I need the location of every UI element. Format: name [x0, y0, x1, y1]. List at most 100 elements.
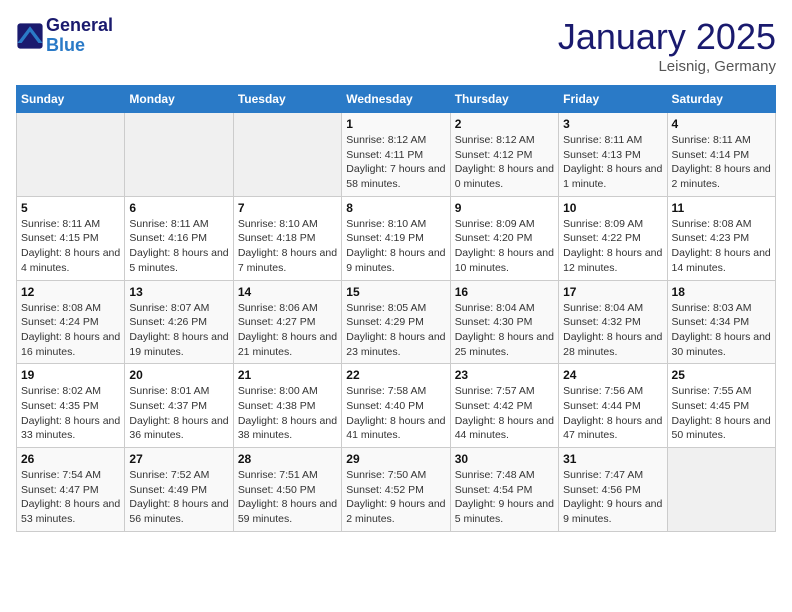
day-number: 2 [455, 117, 554, 131]
logo-icon [16, 22, 44, 50]
calendar-day-cell: 9Sunrise: 8:09 AM Sunset: 4:20 PM Daylig… [450, 196, 558, 280]
calendar-day-cell: 21 Sunrise: 8:00 AM Sunset: 4:38 PM Dayli… [233, 364, 341, 448]
day-info: Sunrise: 8:11 AM Sunset: 4:16 PM Dayligh… [129, 217, 228, 276]
day-number: 10 [563, 201, 662, 215]
day-info: Sunrise: 7:54 AM Sunset: 4:47 PM Dayligh… [21, 468, 120, 527]
calendar-day-cell: 18 Sunrise: 8:03 AM Sunset: 4:34 PM Dayli… [667, 280, 775, 364]
calendar-day-cell: 27Sunrise: 7:52 AM Sunset: 4:49 PM Dayli… [125, 448, 233, 532]
weekday-header-cell: Wednesday [342, 86, 450, 113]
day-info: Sunrise: 7:57 AM Sunset: 4:42 PM Dayligh… [455, 384, 554, 443]
day-number: 19 [21, 368, 120, 382]
day-info: Sunrise: 8:09 AM Sunset: 4:22 PM Dayligh… [563, 217, 662, 276]
calendar-day-cell: 6 Sunrise: 8:11 AM Sunset: 4:16 PM Daylig… [125, 196, 233, 280]
calendar-day-cell: 29 Sunrise: 7:50 AM Sunset: 4:52 PM Dayli… [342, 448, 450, 532]
day-number: 12 [21, 285, 120, 299]
calendar-day-cell: 14Sunrise: 8:06 AM Sunset: 4:27 PM Dayli… [233, 280, 341, 364]
day-info: Sunrise: 8:08 AM Sunset: 4:23 PM Dayligh… [672, 217, 771, 276]
weekday-header-cell: Friday [559, 86, 667, 113]
day-number: 7 [238, 201, 337, 215]
calendar-week-row: 26 Sunrise: 7:54 AM Sunset: 4:47 PM Dayli… [17, 448, 776, 532]
calendar-day-cell: 15Sunrise: 8:05 AM Sunset: 4:29 PM Dayli… [342, 280, 450, 364]
day-info: Sunrise: 7:47 AM Sunset: 4:56 PM Dayligh… [563, 468, 662, 527]
day-info: Sunrise: 8:06 AM Sunset: 4:27 PM Dayligh… [238, 301, 337, 360]
calendar-week-row: 12Sunrise: 8:08 AM Sunset: 4:24 PM Dayli… [17, 280, 776, 364]
day-number: 30 [455, 452, 554, 466]
day-number: 23 [455, 368, 554, 382]
calendar-day-cell: 28 Sunrise: 7:51 AM Sunset: 4:50 PM Dayli… [233, 448, 341, 532]
calendar-table: SundayMondayTuesdayWednesdayThursdayFrid… [16, 85, 776, 532]
calendar-day-cell: 5Sunrise: 8:11 AM Sunset: 4:15 PM Daylig… [17, 196, 125, 280]
weekday-header-cell: Thursday [450, 86, 558, 113]
day-info: Sunrise: 8:02 AM Sunset: 4:35 PM Dayligh… [21, 384, 120, 443]
day-number: 26 [21, 452, 120, 466]
logo: General Blue [16, 16, 113, 56]
day-info: Sunrise: 8:04 AM Sunset: 4:32 PM Dayligh… [563, 301, 662, 360]
calendar-day-cell: 4 Sunrise: 8:11 AM Sunset: 4:14 PM Daylig… [667, 113, 775, 197]
day-number: 1 [346, 117, 445, 131]
day-info: Sunrise: 7:50 AM Sunset: 4:52 PM Dayligh… [346, 468, 445, 527]
calendar-day-cell [667, 448, 775, 532]
day-number: 22 [346, 368, 445, 382]
day-number: 21 [238, 368, 337, 382]
calendar-day-cell: 24Sunrise: 7:56 AM Sunset: 4:44 PM Dayli… [559, 364, 667, 448]
day-info: Sunrise: 8:11 AM Sunset: 4:14 PM Dayligh… [672, 133, 771, 192]
calendar-day-cell [17, 113, 125, 197]
day-number: 16 [455, 285, 554, 299]
day-info: Sunrise: 8:04 AM Sunset: 4:30 PM Dayligh… [455, 301, 554, 360]
day-info: Sunrise: 7:48 AM Sunset: 4:54 PM Dayligh… [455, 468, 554, 527]
day-info: Sunrise: 8:09 AM Sunset: 4:20 PM Dayligh… [455, 217, 554, 276]
day-info: Sunrise: 8:11 AM Sunset: 4:15 PM Dayligh… [21, 217, 120, 276]
day-info: Sunrise: 8:01 AM Sunset: 4:37 PM Dayligh… [129, 384, 228, 443]
day-number: 3 [563, 117, 662, 131]
calendar-day-cell: 10 Sunrise: 8:09 AM Sunset: 4:22 PM Dayli… [559, 196, 667, 280]
day-number: 27 [129, 452, 228, 466]
calendar-day-cell: 12Sunrise: 8:08 AM Sunset: 4:24 PM Dayli… [17, 280, 125, 364]
day-number: 13 [129, 285, 228, 299]
weekday-header-cell: Tuesday [233, 86, 341, 113]
calendar-day-cell: 31 Sunrise: 7:47 AM Sunset: 4:56 PM Dayli… [559, 448, 667, 532]
day-info: Sunrise: 8:00 AM Sunset: 4:38 PM Dayligh… [238, 384, 337, 443]
logo-text: General Blue [46, 16, 113, 56]
calendar-day-cell: 23 Sunrise: 7:57 AM Sunset: 4:42 PM Dayli… [450, 364, 558, 448]
day-info: Sunrise: 8:12 AM Sunset: 4:12 PM Dayligh… [455, 133, 554, 192]
day-info: Sunrise: 8:12 AM Sunset: 4:11 PM Dayligh… [346, 133, 445, 192]
calendar-day-cell: 2 Sunrise: 8:12 AM Sunset: 4:12 PM Daylig… [450, 113, 558, 197]
day-info: Sunrise: 8:10 AM Sunset: 4:18 PM Dayligh… [238, 217, 337, 276]
day-number: 18 [672, 285, 771, 299]
location-title: Leisnig, Germany [558, 58, 776, 75]
calendar-day-cell [125, 113, 233, 197]
calendar-day-cell: 11 Sunrise: 8:08 AM Sunset: 4:23 PM Dayli… [667, 196, 775, 280]
calendar-day-cell: 17 Sunrise: 8:04 AM Sunset: 4:32 PM Dayli… [559, 280, 667, 364]
calendar-day-cell: 7 Sunrise: 8:10 AM Sunset: 4:18 PM Daylig… [233, 196, 341, 280]
day-number: 31 [563, 452, 662, 466]
weekday-header-cell: Monday [125, 86, 233, 113]
calendar-day-cell: 16 Sunrise: 8:04 AM Sunset: 4:30 PM Dayli… [450, 280, 558, 364]
day-info: Sunrise: 7:51 AM Sunset: 4:50 PM Dayligh… [238, 468, 337, 527]
day-number: 29 [346, 452, 445, 466]
day-info: Sunrise: 8:11 AM Sunset: 4:13 PM Dayligh… [563, 133, 662, 192]
day-info: Sunrise: 8:07 AM Sunset: 4:26 PM Dayligh… [129, 301, 228, 360]
day-number: 17 [563, 285, 662, 299]
calendar-day-cell: 3 Sunrise: 8:11 AM Sunset: 4:13 PM Daylig… [559, 113, 667, 197]
day-number: 6 [129, 201, 228, 215]
weekday-header-cell: Sunday [17, 86, 125, 113]
calendar-day-cell: 22Sunrise: 7:58 AM Sunset: 4:40 PM Dayli… [342, 364, 450, 448]
calendar-day-cell: 1 Sunrise: 8:12 AM Sunset: 4:11 PM Daylig… [342, 113, 450, 197]
calendar-day-cell: 25 Sunrise: 7:55 AM Sunset: 4:45 PM Dayli… [667, 364, 775, 448]
day-number: 25 [672, 368, 771, 382]
weekday-header-cell: Saturday [667, 86, 775, 113]
day-number: 20 [129, 368, 228, 382]
day-info: Sunrise: 8:03 AM Sunset: 4:34 PM Dayligh… [672, 301, 771, 360]
day-number: 24 [563, 368, 662, 382]
calendar-body: 1 Sunrise: 8:12 AM Sunset: 4:11 PM Daylig… [17, 113, 776, 532]
calendar-day-cell: 26 Sunrise: 7:54 AM Sunset: 4:47 PM Dayli… [17, 448, 125, 532]
calendar-day-cell: 13 Sunrise: 8:07 AM Sunset: 4:26 PM Dayli… [125, 280, 233, 364]
day-number: 4 [672, 117, 771, 131]
weekday-header-row: SundayMondayTuesdayWednesdayThursdayFrid… [17, 86, 776, 113]
day-number: 15 [346, 285, 445, 299]
day-info: Sunrise: 7:55 AM Sunset: 4:45 PM Dayligh… [672, 384, 771, 443]
calendar-day-cell [233, 113, 341, 197]
day-number: 28 [238, 452, 337, 466]
day-number: 11 [672, 201, 771, 215]
calendar-day-cell: 30 Sunrise: 7:48 AM Sunset: 4:54 PM Dayli… [450, 448, 558, 532]
